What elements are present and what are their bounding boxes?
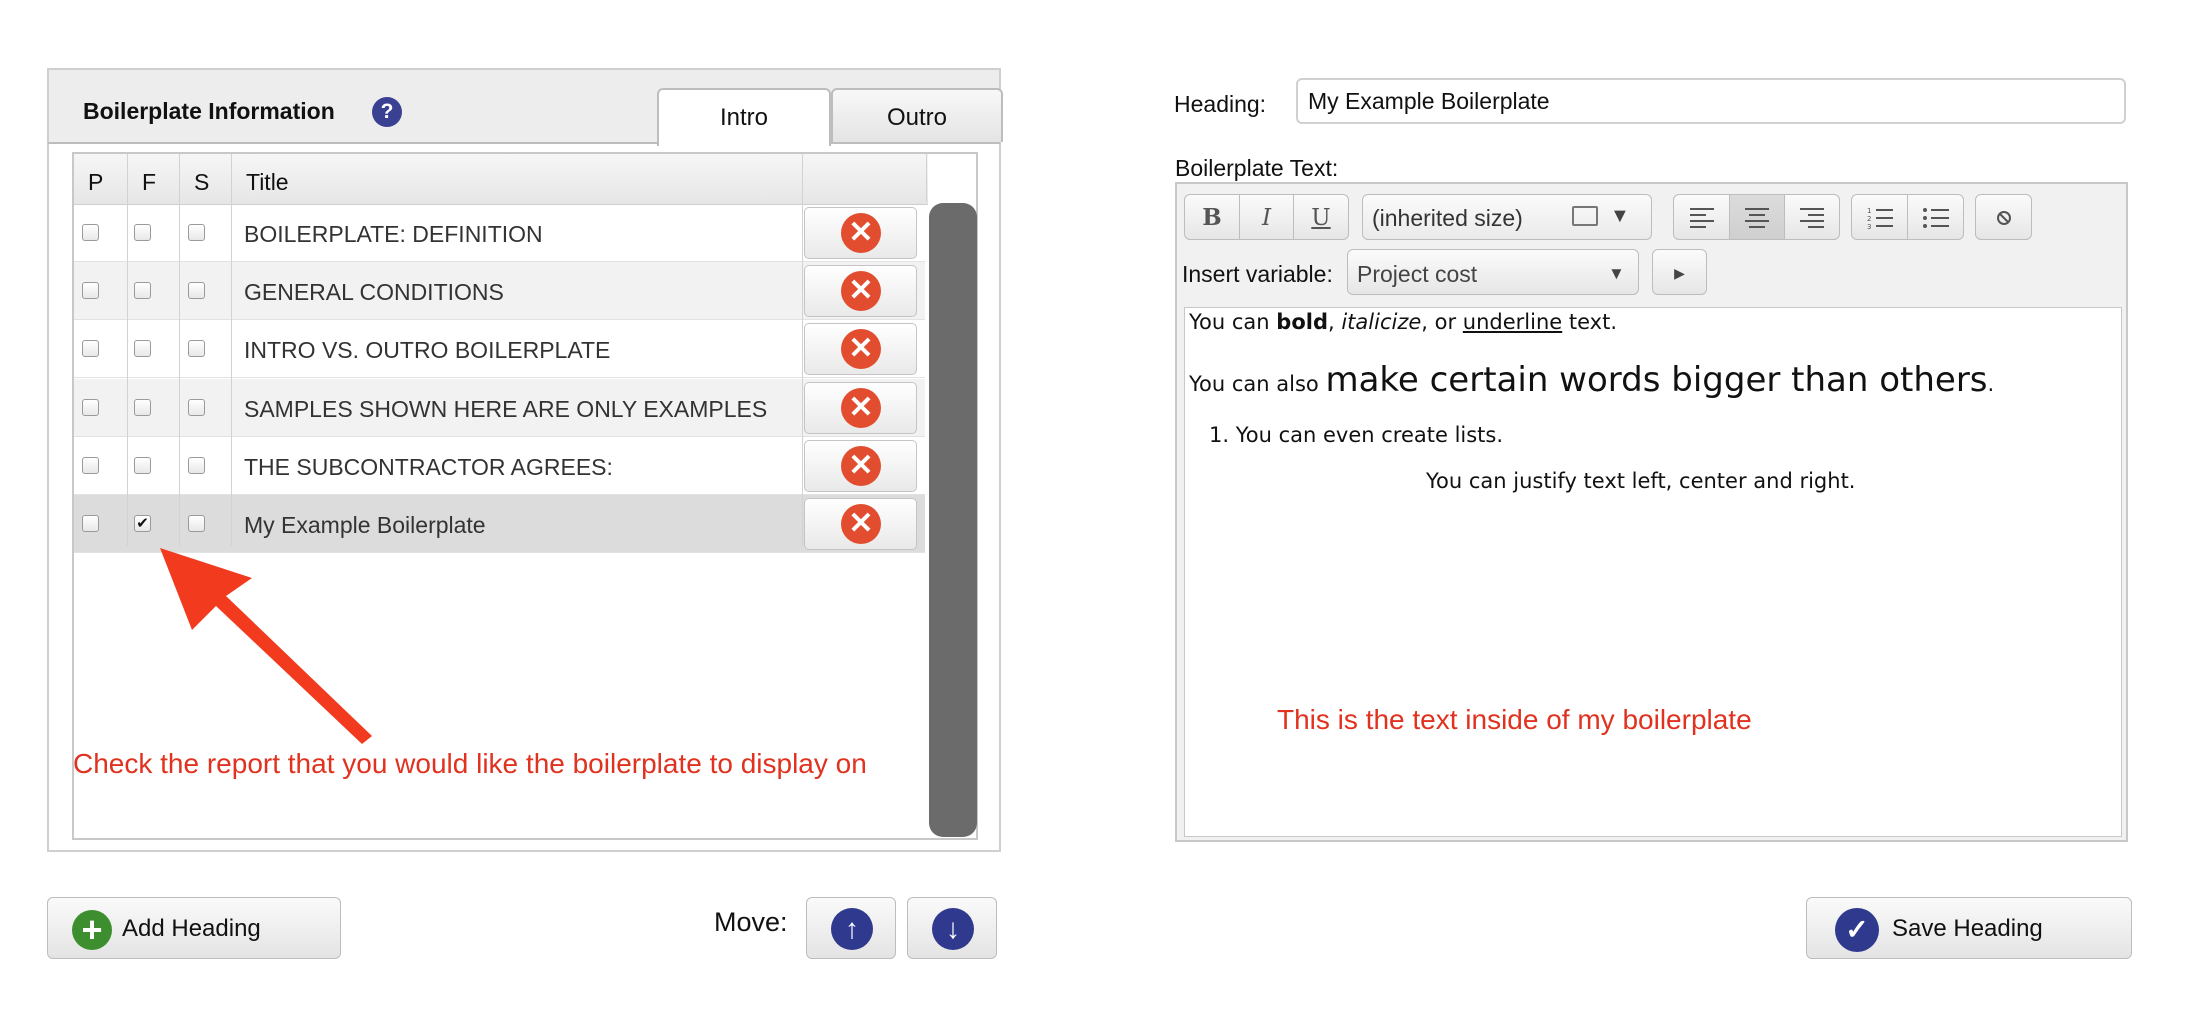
clear-format-button[interactable] (1975, 194, 2032, 240)
svg-text:3: 3 (1867, 223, 1871, 230)
chevron-down-icon: ▼ (1608, 264, 1625, 283)
italic-button[interactable]: I (1239, 194, 1294, 240)
heading-label: Heading: (1174, 91, 1267, 117)
font-size-value: (inherited size) (1372, 205, 1523, 231)
align-right-button[interactable] (1784, 194, 1840, 240)
add-heading-label: Add Heading (122, 915, 261, 942)
content-line-2: You can also make certain words bigger t… (1189, 360, 1995, 400)
content-centered-line: You can justify text left, center and ri… (1426, 469, 1856, 493)
arrow-to-checkbox (160, 548, 372, 744)
content-list-item: 1. You can even create lists. (1209, 423, 1504, 447)
save-heading-label: Save Heading (1892, 915, 2043, 942)
insert-variable-value: Project cost (1357, 261, 1478, 287)
annotation-text: This is the text inside of my boilerplat… (1277, 704, 1752, 735)
svg-text:1: 1 (1867, 207, 1871, 215)
align-center-icon (1745, 208, 1769, 228)
bullet-list-icon (1922, 208, 1949, 228)
move-down-button[interactable]: ↓ (907, 897, 997, 959)
align-left-icon (1689, 208, 1714, 228)
insert-variable-button[interactable]: ▶ (1652, 249, 1707, 295)
underline-button[interactable]: U (1293, 194, 1349, 240)
annotation-text: Check the report that you would like the… (73, 748, 867, 779)
heading-input[interactable] (1296, 78, 2126, 124)
bold-button[interactable]: B (1184, 194, 1240, 240)
arrow-down-icon: ↓ (932, 908, 974, 950)
insert-variable-label: Insert variable: (1182, 261, 1333, 287)
numbered-list-icon: 123 (1867, 207, 1893, 231)
move-label: Move: (714, 907, 788, 937)
clear-format-icon (1996, 211, 2011, 225)
arrow-up-icon: ↑ (831, 908, 873, 950)
content-line-1: You can bold, italicize, or underline te… (1189, 310, 1617, 334)
align-left-button[interactable] (1673, 194, 1730, 240)
svg-text:2: 2 (1867, 215, 1871, 223)
checkmark-icon: ✓ (1835, 908, 1879, 952)
plus-icon: + (72, 910, 112, 950)
chevron-down-icon: ▼ (1610, 205, 1630, 227)
boilerplate-text-label: Boilerplate Text: (1175, 155, 1339, 181)
font-size-icon (1572, 206, 1598, 226)
numbered-list-button[interactable]: 123 (1851, 194, 1908, 240)
align-center-button[interactable] (1729, 194, 1785, 240)
bullet-list-button[interactable] (1907, 194, 1964, 240)
align-right-icon (1800, 208, 1824, 228)
move-up-button[interactable]: ↑ (806, 897, 896, 959)
